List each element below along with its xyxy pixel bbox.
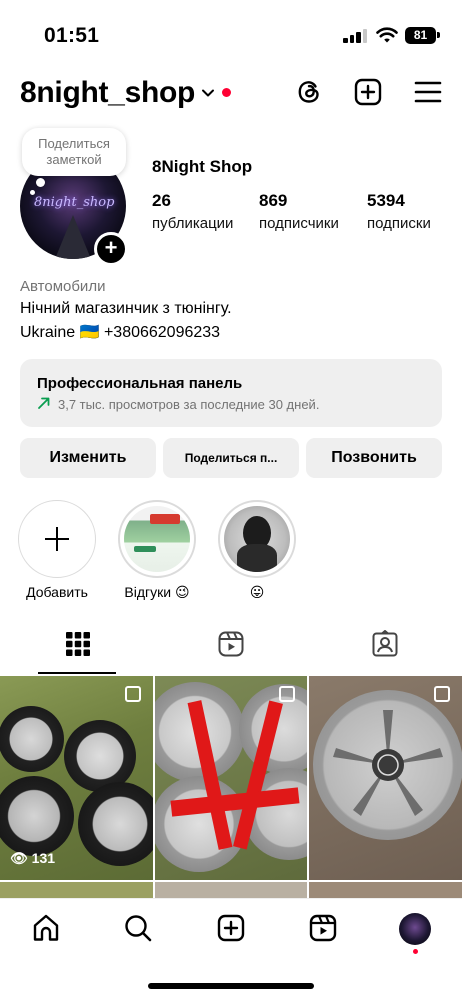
post-thumbnail[interactable] xyxy=(0,882,153,898)
posts-grid: 👁 131 xyxy=(0,676,462,898)
stat-label: подписчики xyxy=(259,215,339,232)
share-note-bubble[interactable]: Поделиться заметкой xyxy=(22,128,126,176)
professional-dashboard[interactable]: Профессиональная панель 3,7 тыс. просмот… xyxy=(20,359,442,427)
highlight-add[interactable]: Добавить xyxy=(18,500,98,600)
reels-icon[interactable] xyxy=(217,630,245,658)
edit-profile-button[interactable]: Изменить xyxy=(20,438,156,478)
bio-line: Нічний магазинчик з тюнінгу. xyxy=(20,300,232,317)
search-icon[interactable] xyxy=(123,913,153,943)
highlight-label: 😛 xyxy=(249,584,265,600)
home-icon[interactable] xyxy=(31,913,61,943)
avatar-logo-image: 8night_shop xyxy=(34,195,115,210)
followers-count[interactable]: 869 подписчики xyxy=(259,191,339,232)
highlight-reviews[interactable]: Відгуки 😉 xyxy=(118,500,198,600)
reels-icon[interactable] xyxy=(308,913,338,943)
highlight-emoji-thumbnail xyxy=(224,506,290,572)
notification-dot xyxy=(413,949,418,954)
tagged-icon[interactable] xyxy=(371,630,399,658)
carousel-icon xyxy=(434,686,450,702)
menu-icon[interactable] xyxy=(413,77,443,107)
note-bubble-tail xyxy=(36,178,45,187)
view-count-value: 131 xyxy=(31,850,56,866)
username-switcher[interactable]: 8night_shop xyxy=(20,76,195,110)
grid-icon[interactable] xyxy=(64,630,92,658)
battery-tip xyxy=(437,32,440,38)
highlight-ring xyxy=(118,500,196,578)
status-bar: 01:51 81 xyxy=(0,0,462,70)
highlight-ring xyxy=(218,500,296,578)
create-icon[interactable] xyxy=(353,77,383,107)
threads-icon[interactable] xyxy=(294,77,324,107)
chevron-down-icon[interactable] xyxy=(201,86,215,100)
stat-value: 26 xyxy=(152,191,171,210)
highlight-emoji[interactable]: 😛 xyxy=(218,500,298,600)
cellular-signal-icon xyxy=(343,29,369,43)
battery-icon: 81 xyxy=(405,27,436,44)
status-time: 01:51 xyxy=(44,24,100,47)
home-indicator xyxy=(148,983,314,989)
note-text-line2: заметкой xyxy=(46,152,102,167)
note-text-line1: Поделиться xyxy=(38,136,110,151)
dashboard-title: Профессиональная панель xyxy=(37,375,243,392)
post-view-count: 👁 131 xyxy=(10,850,55,867)
add-story-button[interactable]: + xyxy=(94,232,128,266)
wifi-icon xyxy=(376,27,398,43)
dashboard-views-summary: 3,7 тыс. просмотров за последние 30 дней… xyxy=(58,397,320,412)
post-thumbnail[interactable] xyxy=(309,882,462,898)
call-button[interactable]: Позвонить xyxy=(306,438,442,478)
note-bubble-tail-small xyxy=(30,190,35,195)
share-profile-button[interactable]: Поделиться п... xyxy=(163,438,299,478)
highlight-add-circle xyxy=(18,500,96,578)
notification-dot xyxy=(222,88,231,97)
following-count[interactable]: 5394 подписки xyxy=(367,191,431,232)
stat-label: подписки xyxy=(367,215,431,232)
stat-value: 5394 xyxy=(367,191,405,210)
post-thumbnail[interactable]: 👁 131 xyxy=(0,676,153,880)
active-tab-indicator xyxy=(38,672,116,674)
post-thumbnail[interactable] xyxy=(155,882,307,898)
eye-icon: 👁 xyxy=(10,850,28,866)
stat-value: 869 xyxy=(259,191,288,210)
profile-category: Автомобили xyxy=(20,278,106,295)
post-thumbnail[interactable] xyxy=(155,676,307,880)
avatar-road-image xyxy=(55,215,91,259)
bio-contact-line[interactable]: Ukraine 🇺🇦 +380662096233 xyxy=(20,322,220,342)
create-icon[interactable] xyxy=(216,913,246,943)
post-thumbnail[interactable] xyxy=(309,676,462,880)
trend-up-arrow-icon xyxy=(38,397,50,409)
plus-icon xyxy=(45,527,69,551)
profile-avatar-tab[interactable] xyxy=(399,913,431,945)
highlight-reviews-thumbnail xyxy=(124,506,190,572)
stat-label: публикации xyxy=(152,215,234,232)
profile-header: 8night_shop xyxy=(0,70,462,118)
posts-count[interactable]: 26 публикации xyxy=(152,191,233,232)
carousel-icon xyxy=(125,686,141,702)
carousel-icon xyxy=(279,686,295,702)
display-name: 8Night Shop xyxy=(152,157,253,176)
